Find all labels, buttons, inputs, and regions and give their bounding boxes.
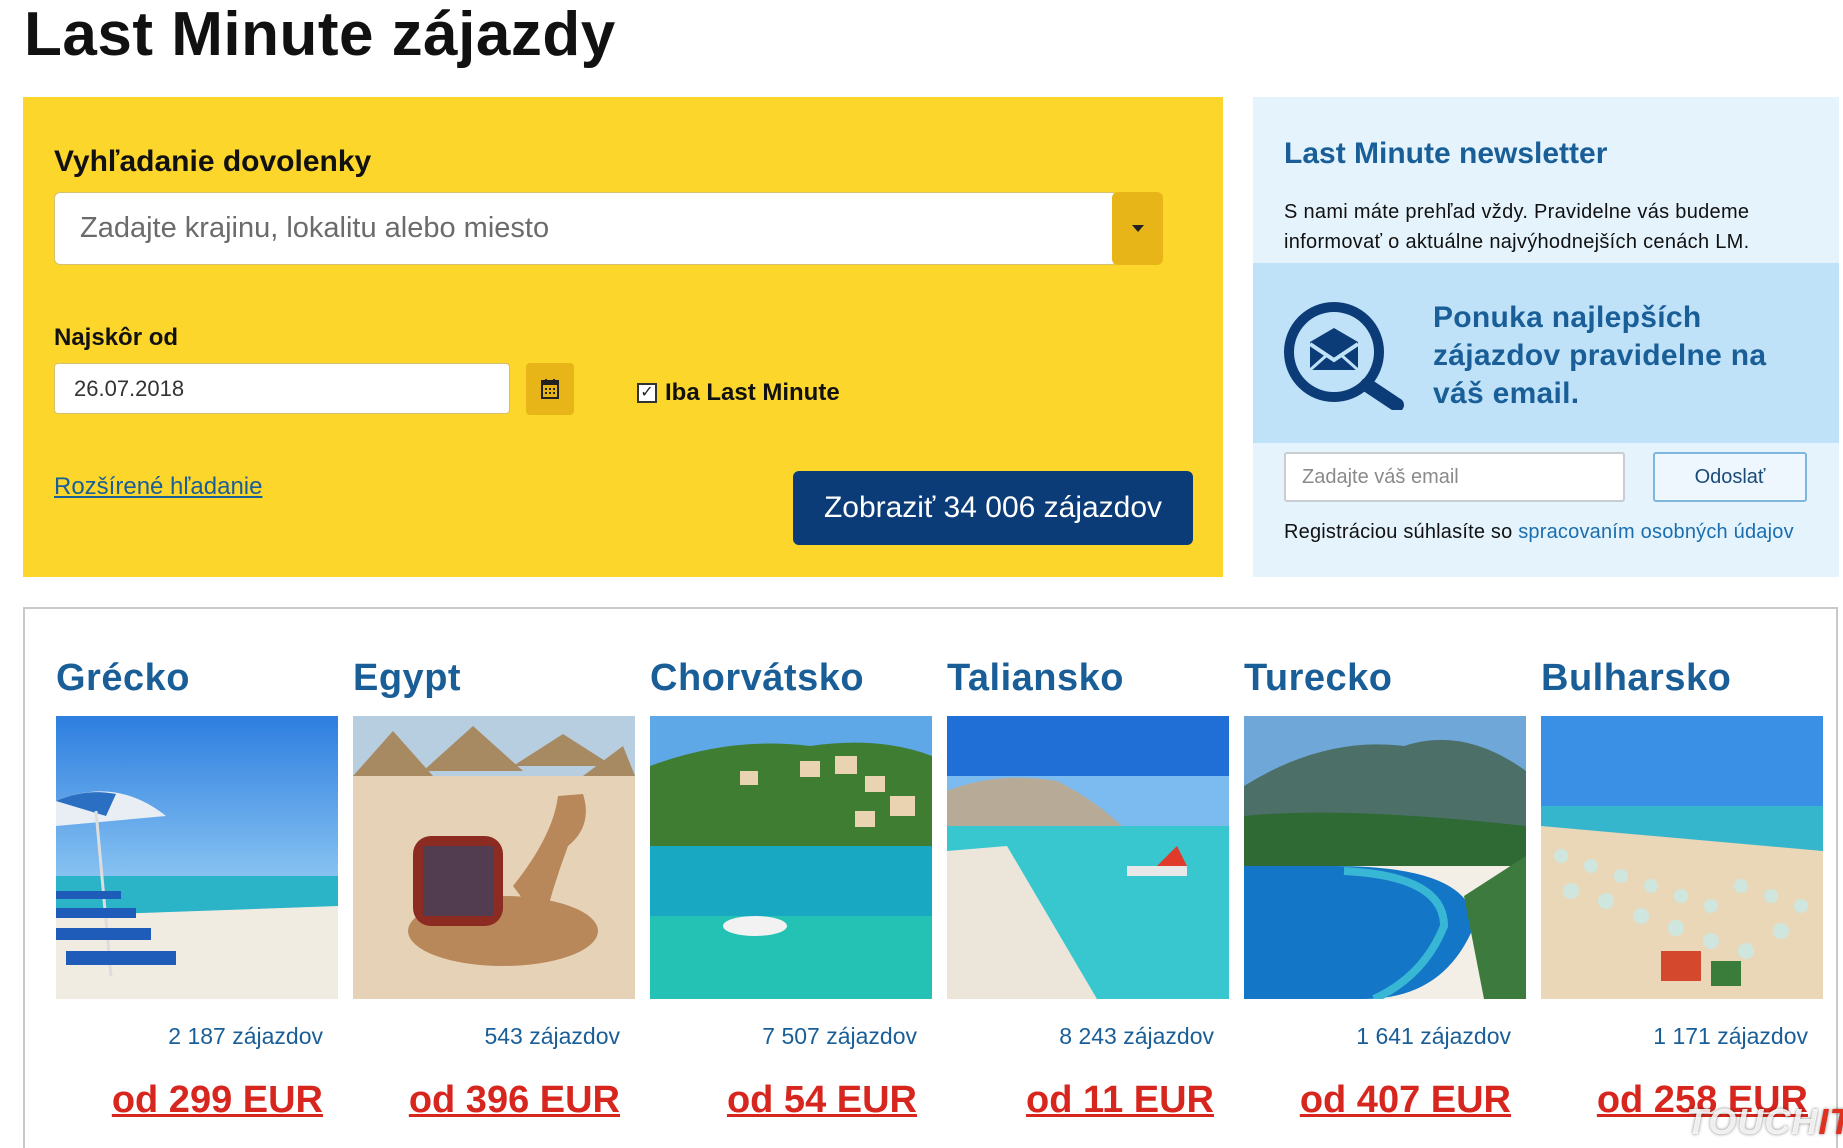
caret-down-icon: [1131, 225, 1144, 232]
destination-price-link[interactable]: od 299 EUR: [112, 1079, 323, 1122]
newsletter-text: S nami máte prehľad vždy. Pravidelne vás…: [1284, 201, 1750, 253]
destination-name[interactable]: Bulharsko: [1541, 657, 1731, 700]
date-input[interactable]: [54, 363, 510, 414]
destination-dropdown-button[interactable]: [1112, 192, 1163, 265]
newsletter-title: Last Minute newsletter: [1284, 137, 1608, 170]
consent-text: Registráciou súhlasíte so: [1284, 521, 1519, 543]
date-label: Najskôr od: [54, 324, 179, 351]
search-panel: Vyhľadanie dovolenky Najskôr od ✓ Iba La…: [23, 97, 1223, 577]
destination-tour-count: 1 171 zájazdov: [1653, 1023, 1808, 1049]
calendar-button[interactable]: [526, 363, 574, 415]
newsletter-email-input[interactable]: [1284, 452, 1625, 502]
search-title: Vyhľadanie dovolenky: [54, 145, 372, 178]
last-minute-label: Iba Last Minute: [665, 379, 840, 406]
destination-search-input[interactable]: [54, 192, 1118, 265]
destination-price-link[interactable]: od 396 EUR: [409, 1079, 620, 1122]
destination-photo-lagoon[interactable]: [1244, 716, 1526, 999]
newsletter-send-button[interactable]: Odoslať: [1653, 452, 1807, 502]
destination-name[interactable]: Taliansko: [947, 657, 1124, 700]
destination-tour-count: 1 641 zájazdov: [1356, 1023, 1511, 1049]
newsletter-promo-band: Ponuka najlepších zájazdov pravidelne na…: [1253, 263, 1839, 443]
advanced-search-link[interactable]: Rozšírené hľadanie: [54, 473, 262, 501]
destination-photo-beach-pedalo[interactable]: [947, 716, 1229, 999]
destination-name[interactable]: Chorvátsko: [650, 657, 864, 700]
destination-price-link[interactable]: od 54 EUR: [727, 1079, 917, 1122]
page-title: Last Minute zájazdy: [24, 0, 616, 69]
destination-tour-count: 543 zájazdov: [484, 1023, 620, 1049]
destination-tour-count: 7 507 zájazdov: [762, 1023, 917, 1049]
privacy-link[interactable]: spracovaním osobných údajov: [1518, 521, 1794, 543]
destination-tour-count: 8 243 zájazdov: [1059, 1023, 1214, 1049]
destinations-panel: Grécko 2 187 zájazdov od 299 EUR Egypt 5…: [23, 607, 1838, 1148]
newsletter-panel: Last Minute newsletter S nami máte prehľ…: [1253, 97, 1839, 577]
destination-name[interactable]: Egypt: [353, 657, 461, 700]
destination-photo-beach-crowd[interactable]: [1541, 716, 1823, 999]
email-search-icon: [1284, 302, 1404, 410]
show-results-button[interactable]: Zobraziť 34 006 zájazdov: [793, 471, 1193, 545]
destination-price-link[interactable]: od 407 EUR: [1300, 1079, 1511, 1122]
destination-photo-coast-town[interactable]: [650, 716, 932, 999]
destination-photo-camel[interactable]: [353, 716, 635, 999]
destination-photo-beach-umbrella[interactable]: [56, 716, 338, 999]
destination-name[interactable]: Grécko: [56, 657, 190, 700]
calendar-icon: [541, 379, 559, 399]
watermark-logo: TOUCHIT: [1686, 1101, 1843, 1142]
last-minute-checkbox[interactable]: ✓ Iba Last Minute: [637, 379, 840, 407]
destination-tour-count: 2 187 zájazdov: [168, 1023, 323, 1049]
newsletter-promo-text: Ponuka najlepších zájazdov pravidelne na…: [1433, 301, 1767, 410]
checkbox-checked-icon[interactable]: ✓: [637, 383, 657, 403]
destination-name[interactable]: Turecko: [1244, 657, 1393, 700]
destination-price-link[interactable]: od 11 EUR: [1026, 1079, 1214, 1122]
newsletter-consent: Registráciou súhlasíte so spracovaním os…: [1284, 517, 1814, 547]
